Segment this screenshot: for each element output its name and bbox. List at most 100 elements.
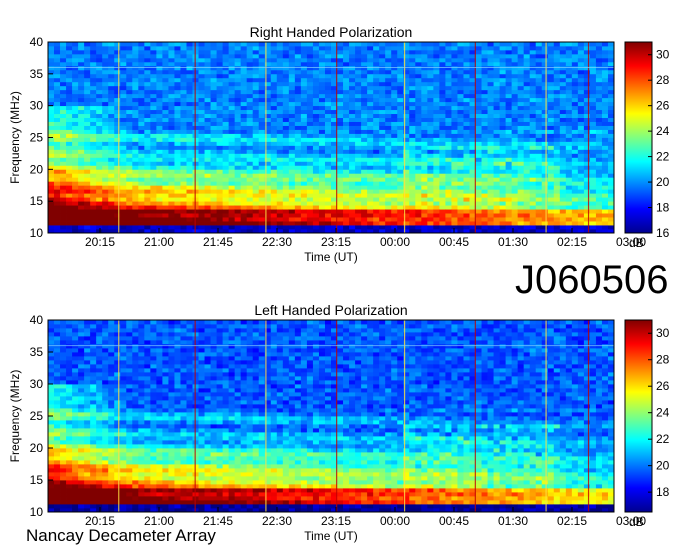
heatmap-cell: [373, 165, 379, 169]
heatmap-cell: [488, 177, 494, 181]
heatmap-cell: [247, 189, 253, 193]
heatmap-cell: [548, 134, 554, 138]
heatmap-cell: [48, 408, 54, 412]
heatmap-cell: [337, 42, 343, 46]
heatmap-cell: [150, 98, 156, 102]
heatmap-cell: [132, 50, 138, 54]
heatmap-cell: [48, 110, 54, 114]
heatmap-cell: [84, 122, 90, 126]
heatmap-cell: [156, 58, 162, 62]
heatmap-cell: [427, 86, 433, 90]
heatmap-cell: [373, 58, 379, 62]
heatmap-cell: [578, 189, 584, 193]
heatmap-cell: [524, 205, 530, 209]
heatmap-cell: [566, 169, 572, 173]
heatmap-cell: [463, 185, 469, 189]
heatmap-cell: [463, 70, 469, 74]
heatmap-cell: [439, 217, 445, 221]
heatmap-cell: [271, 157, 277, 161]
heatmap-cell: [84, 181, 90, 185]
heatmap-cell: [90, 480, 96, 484]
heatmap-cell: [476, 209, 482, 213]
heatmap-cell: [518, 138, 524, 142]
heatmap-cell: [536, 122, 542, 126]
heatmap-cell: [66, 320, 72, 324]
heatmap-cell: [427, 193, 433, 197]
heatmap-cell: [54, 82, 60, 86]
heatmap-cell: [415, 62, 421, 66]
heatmap-cell: [415, 126, 421, 130]
heatmap-cell: [439, 102, 445, 106]
heatmap-cell: [247, 141, 253, 145]
heatmap-cell: [283, 130, 289, 134]
heatmap-cell: [241, 94, 247, 98]
heatmap-cell: [536, 62, 542, 66]
heatmap-cell: [66, 380, 72, 384]
heatmap-cell: [301, 177, 307, 181]
heatmap-cell: [283, 50, 289, 54]
heatmap-cell: [132, 173, 138, 177]
heatmap-cell: [66, 193, 72, 197]
heatmap-cell: [241, 134, 247, 138]
heatmap-cell: [156, 102, 162, 106]
heatmap-cell: [271, 173, 277, 177]
heatmap-cell: [457, 122, 463, 126]
heatmap-cell: [518, 209, 524, 213]
heatmap-cell: [84, 197, 90, 201]
heatmap-cell: [150, 217, 156, 221]
chart-title: Right Handed Polarization: [250, 24, 413, 40]
heatmap-cell: [48, 54, 54, 58]
heatmap-cell: [54, 428, 60, 432]
heatmap-cell: [108, 46, 114, 50]
heatmap-cell: [132, 118, 138, 122]
heatmap-cell: [295, 161, 301, 165]
heatmap-cell: [138, 209, 144, 213]
heatmap-cell: [78, 189, 84, 193]
heatmap-cell: [385, 205, 391, 209]
heatmap-cell: [397, 153, 403, 157]
heatmap-cell: [84, 400, 90, 404]
heatmap-cell: [162, 130, 168, 134]
heatmap-cell: [367, 221, 373, 225]
heatmap-cell: [205, 58, 211, 62]
heatmap-cell: [54, 58, 60, 62]
spectrogram-panel-2: Left Handed Polarization10152025303540Fr…: [8, 302, 670, 543]
heatmap-cell: [397, 141, 403, 145]
heatmap-cell: [572, 197, 578, 201]
heatmap-cell: [180, 106, 186, 110]
heatmap-cell: [205, 221, 211, 225]
heatmap-cell: [90, 412, 96, 416]
heatmap-cell: [90, 126, 96, 130]
heatmap-cell: [379, 193, 385, 197]
heatmap-cell: [259, 161, 265, 165]
heatmap-cell: [385, 106, 391, 110]
heatmap-cell: [48, 173, 54, 177]
heatmap-cell: [349, 197, 355, 201]
heatmap-cell: [162, 98, 168, 102]
heatmap-cell: [120, 138, 126, 142]
heatmap-cell: [355, 134, 361, 138]
heatmap-cell: [596, 193, 602, 197]
heatmap-cell: [132, 193, 138, 197]
heatmap-cell: [174, 169, 180, 173]
heatmap-cell: [584, 82, 590, 86]
heatmap-cell: [180, 110, 186, 114]
heatmap-cell: [78, 472, 84, 476]
heatmap-cell: [180, 138, 186, 142]
heatmap-cell: [397, 201, 403, 205]
heatmap-cell: [241, 205, 247, 209]
heatmap-cell: [108, 62, 114, 66]
heatmap-cell: [138, 221, 144, 225]
heatmap-cell: [168, 161, 174, 165]
heatmap-cell: [102, 114, 108, 118]
heatmap-cell: [72, 388, 78, 392]
heatmap-cell: [506, 110, 512, 114]
heatmap-cell: [48, 360, 54, 364]
heatmap-cell: [482, 138, 488, 142]
heatmap-cell: [542, 86, 548, 90]
heatmap-cell: [451, 66, 457, 70]
heatmap-cell: [548, 185, 554, 189]
heatmap-cell: [421, 130, 427, 134]
heatmap-cell: [451, 197, 457, 201]
heatmap-cell: [421, 197, 427, 201]
